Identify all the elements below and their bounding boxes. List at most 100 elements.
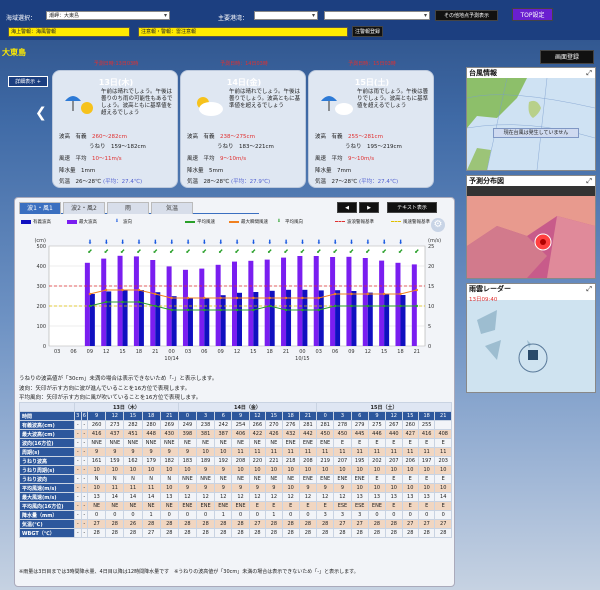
table-cell: E xyxy=(316,501,335,511)
text-display-button[interactable]: テキスト表示 xyxy=(387,202,437,213)
table-cell: 10 xyxy=(87,483,107,493)
table-row-label: 降水量（mm） xyxy=(19,510,75,520)
table-cell: 9 xyxy=(195,465,216,475)
table-cell: 6 xyxy=(214,411,233,421)
expand-icon[interactable]: ⤢ xyxy=(586,177,592,186)
table-cell: NE xyxy=(214,474,233,484)
table-cell: ENE xyxy=(214,501,233,511)
table-cell: 28 xyxy=(159,519,179,529)
wind-direction-arrow: ⬋ xyxy=(284,248,289,255)
table-cell: 28 xyxy=(281,528,300,538)
table-cell: 9 xyxy=(159,447,179,457)
table-cell: E xyxy=(401,501,419,511)
chart-tabs: 波1・風1 波2・風2 雨 気温 xyxy=(19,202,259,214)
area-select[interactable]: 潮岬：大東島 xyxy=(46,11,170,20)
table-cell: 13 xyxy=(367,492,387,502)
x-tick-label: 09 xyxy=(348,349,354,355)
prev-day-arrow-icon[interactable]: ❮ xyxy=(35,105,47,121)
x-tick-label: 12 xyxy=(234,349,240,355)
table-row: 平均風速(m/s) - -10 11 11 11 10 9 9 9 9 9 9 10 9 9 9 10 10 10 10… xyxy=(19,483,452,493)
x-tick-label: 06 xyxy=(332,349,338,355)
swell-title: うねり xyxy=(345,144,362,150)
avg-wind-line-point xyxy=(219,308,222,312)
expand-icon[interactable]: ⤢ xyxy=(586,285,592,294)
table-cell: 203 xyxy=(434,456,452,466)
gust-line-point xyxy=(105,288,108,292)
table-cell: NE xyxy=(231,438,250,448)
avg-wind-line-point xyxy=(252,308,255,312)
note-wave-direction: 波向：矢印が示す方向に波が進んでいることを16方位で表現します。 xyxy=(19,386,191,392)
table-cell: E xyxy=(434,438,452,448)
table-cell: 28 xyxy=(214,519,233,529)
swell-value: 183〜221cm xyxy=(239,144,274,150)
bar-sig-wave xyxy=(122,289,128,346)
table-cell: 27 xyxy=(434,519,452,529)
screen-register-button[interactable]: 画面登録 xyxy=(540,50,594,64)
table-cell: 12 xyxy=(316,492,335,502)
major-port-select[interactable] xyxy=(254,11,318,20)
wave-wind-chart: 500 400 300 200 100 0 25 20 15 10 5 0 (cm) (m/s) ⬇ ⬋ ⬇ ⬋ ⬇… xyxy=(34,238,441,362)
swell-value: 159〜182cm xyxy=(111,144,146,150)
tab-wave1-wind1[interactable]: 波1・風1 xyxy=(19,202,61,214)
avg-wind-line-point xyxy=(170,308,173,312)
distribution-map xyxy=(467,186,595,278)
table-date-header: 13日（木） xyxy=(74,402,179,412)
x-tick-label: 09 xyxy=(217,349,223,355)
tab-temperature[interactable]: 気温 xyxy=(151,202,193,214)
y-tick-label: 200 xyxy=(36,304,46,310)
table-cell: 249 xyxy=(177,420,198,430)
table-row-label: うねり波向 xyxy=(19,474,75,484)
table-cell: 27 xyxy=(401,519,419,529)
table-cell: 269 xyxy=(159,420,179,430)
table-cell: 27 xyxy=(141,528,161,538)
table-cell: 28 xyxy=(265,528,283,538)
table-cell: 28 xyxy=(434,528,452,538)
legend-max-wave: 最大波高 xyxy=(79,220,97,225)
bar-sig-wave xyxy=(400,295,406,346)
table-cell: ENE xyxy=(367,501,387,511)
table-cell: 9 xyxy=(105,447,125,457)
table-cell: 179 xyxy=(141,456,161,466)
gust-line-point xyxy=(235,296,239,300)
table-cell: 10 xyxy=(159,465,179,475)
other-port-select[interactable] xyxy=(324,11,430,20)
table-cell: 10 xyxy=(248,465,267,475)
table-row: 最大風速(m/s) - -13 14 14 14 13 12 12 12 12 12 12 12 12 12 1… xyxy=(19,492,452,502)
table-cell: 440 xyxy=(385,429,403,439)
avg-wind-line-point xyxy=(415,304,419,308)
table-cell: 3 xyxy=(195,411,216,421)
area-label: 海域選択： xyxy=(6,15,37,22)
rain-value: 5mm xyxy=(209,168,224,174)
table-cell: 161 xyxy=(87,456,107,466)
table-cell: NNE xyxy=(87,438,107,448)
table-cell: 28 xyxy=(298,519,318,529)
chart-prev-button[interactable]: ◀ xyxy=(337,202,357,213)
table-cell: 451 xyxy=(123,429,143,439)
table-cell: 12 xyxy=(385,411,403,421)
legend-swatch-gust xyxy=(229,221,239,223)
rain-value: 1mm xyxy=(81,168,96,174)
gust-line-point xyxy=(399,292,402,296)
legend-wind-dir: 平均風向 xyxy=(285,220,303,225)
table-cell: 3 xyxy=(333,411,352,421)
table-cell: 0 xyxy=(159,510,179,520)
warning-register-button[interactable]: 注警報登録 xyxy=(352,26,383,37)
x-tick-label: 00 xyxy=(168,349,174,355)
table-cell: 28 xyxy=(177,519,198,529)
table-row: 気温(℃) - -27 28 26 28 28 28 28 28 28 27 28 28 28 28 27 27 2… xyxy=(19,519,452,529)
table-cell: N xyxy=(123,474,143,484)
table-cell: E xyxy=(281,501,300,511)
wave-direction-arrow: ⬇ xyxy=(284,239,289,246)
table-cell: 11 xyxy=(248,447,267,457)
tab-wave2-wind2[interactable]: 波2・風2 xyxy=(63,202,105,214)
y2-tick-label: 25 xyxy=(428,244,434,250)
bar-sig-wave xyxy=(237,292,242,346)
top-settings-button[interactable]: TOP設定 xyxy=(512,8,553,21)
other-point-forecast-button[interactable]: その他地点予測表示 xyxy=(435,10,498,21)
detail-toggle-button[interactable]: 詳細表示 + xyxy=(8,76,48,87)
tab-rain[interactable]: 雨 xyxy=(107,202,149,214)
table-cell: 408 xyxy=(434,429,452,439)
chart-next-button[interactable]: ▶ xyxy=(359,202,379,213)
expand-icon[interactable]: ⤢ xyxy=(586,69,592,78)
bar-max-wave xyxy=(232,261,237,346)
